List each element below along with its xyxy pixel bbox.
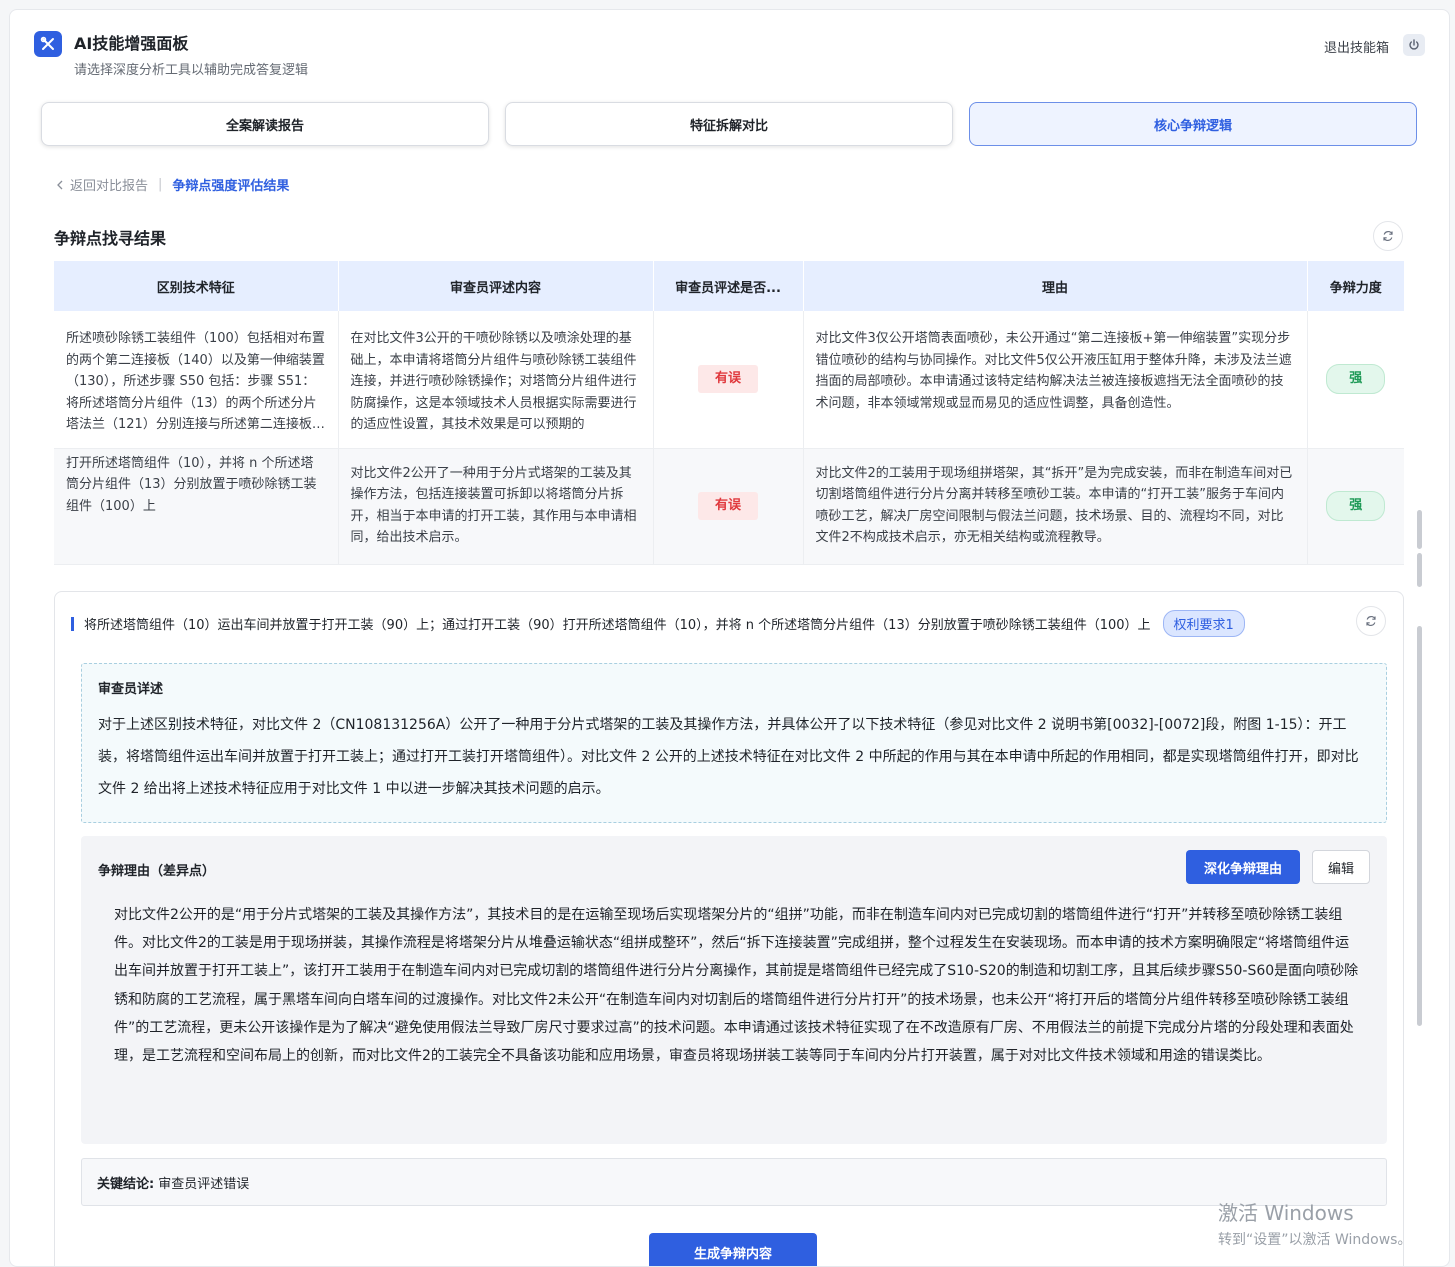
app-subtitle: 请选择深度分析工具以辅助完成答复逻辑 (74, 63, 309, 78)
examiner-cell: 在对比文件3公开的干喷砂除锈以及喷涂处理的基础上，本申请将塔筒分片组件与喷砂除锈… (350, 331, 637, 433)
strength-badge: 强 (1326, 491, 1386, 521)
edit-button[interactable]: 编辑 (1312, 850, 1370, 884)
strength-badge: 强 (1326, 364, 1386, 395)
refresh-icon[interactable] (1373, 221, 1403, 251)
windows-activation-watermark: 激活 Windows 转到“设置”以激活 Windows。 (1218, 1197, 1411, 1249)
argument-detail-card: 将所述塔筒组件（10）运出车间并放置于打开工装（90）上；通过打开工装（90）打… (54, 591, 1404, 1266)
argument-reason-box: 争辩理由（差异点） 深化争辩理由 编辑 对比文件2公开的是“用于分片式塔架的工装… (81, 836, 1387, 1144)
examiner-detail-title: 审查员详述 (98, 682, 164, 697)
argument-reason-text[interactable]: 对比文件2公开的是“用于分片式塔架的工装及其操作方法”，其技术目的是在运输至现场… (114, 901, 1359, 1070)
deepen-reason-button[interactable]: 深化争辩理由 (1186, 850, 1300, 884)
table-scrollbar[interactable] (1417, 510, 1422, 549)
back-label[interactable]: 返回对比报告 (70, 175, 148, 194)
reason-cell: 对比文件2的工装用于现场组拼塔架，其“拆开”是为完成安装，而非在制造车间对已切割… (815, 465, 1293, 546)
col-header-reason: 理由 (803, 261, 1308, 311)
section-title: 争辩点找寻结果 (54, 229, 167, 248)
chevron-left-icon (57, 180, 63, 189)
col-header-examiner: 审查员评述内容 (338, 261, 654, 311)
feature-cell: 打开所述塔筒组件（10），并将 n 个所述塔筒分片组件（13）分别放置于喷砂除锈… (66, 455, 317, 514)
watermark-line1: 激活 Windows (1218, 1201, 1354, 1225)
col-header-feature: 区别技术特征 (54, 261, 339, 311)
status-badge: 有误 (697, 365, 758, 394)
tab-core-argument[interactable]: 核心争辩逻辑 (969, 102, 1417, 146)
breadcrumb: 返回对比报告 | 争辩点强度评估结果 (56, 175, 289, 194)
back-link[interactable]: 返回对比报告 (56, 175, 148, 194)
exit-skillbox-link[interactable]: 退出技能箱 (1324, 37, 1389, 56)
claim-feature-line: 将所述塔筒组件（10）运出车间并放置于打开工装（90）上；通过打开工装（90）打… (71, 610, 1245, 637)
reason-cell: 对比文件3仅公开塔筒表面喷砂，未公开通过“第二连接板+第一伸缩装置”实现分步错位… (815, 331, 1292, 411)
detail-scrollbar[interactable] (1417, 626, 1422, 1026)
claim-text: 将所述塔筒组件（10）运出车间并放置于打开工装（90）上；通过打开工装（90）打… (84, 618, 1151, 633)
claim-tag: 权利要求1 (1162, 610, 1245, 637)
examiner-cell: 对比文件2公开了一种用于分片式塔架的工装及其操作方法，包括连接装置可拆卸以将塔筒… (350, 465, 637, 546)
tab-full-report[interactable]: 全案解读报告 (41, 102, 489, 146)
examiner-detail-text: 对于上述区别技术特征，对比文件 2（CN108131256A）公开了一种用于分片… (98, 717, 1359, 797)
argument-table: 区别技术特征 审查员评述内容 审查员评述是否... 理由 争辩力度 所述喷砂除锈… (54, 261, 1404, 565)
app-title: AI技能增强面板 (74, 34, 189, 53)
table-row[interactable]: 打开所述塔筒组件（10），并将 n 个所述塔筒分片组件（13）分别放置于喷砂除锈… (54, 448, 1404, 565)
feature-cell: 所述喷砂除锈工装组件（100）包括相对布置的两个第二连接板（140）以及第一伸缩… (66, 331, 325, 433)
skill-panel: AI技能增强面板 请选择深度分析工具以辅助完成答复逻辑 退出技能箱 全案解读报告… (9, 9, 1450, 1267)
argument-reason-title: 争辩理由（差异点） (98, 864, 216, 879)
tools-icon (34, 31, 62, 57)
watermark-line2: 转到“设置”以激活 Windows。 (1218, 1232, 1412, 1248)
conclusion-value: 审查员评述错误 (158, 1176, 250, 1192)
refresh-icon[interactable] (1356, 606, 1386, 636)
generate-argument-button[interactable]: 生成争辩内容 (649, 1233, 817, 1266)
col-header-strength: 争辩力度 (1307, 261, 1404, 311)
conclusion-label: 关键结论: (97, 1176, 155, 1192)
breadcrumb-current: 争辩点强度评估结果 (172, 179, 290, 194)
status-badge: 有误 (697, 492, 758, 520)
breadcrumb-separator: | (158, 177, 163, 192)
col-header-status: 审查员评述是否... (653, 261, 804, 311)
power-icon[interactable] (1403, 34, 1425, 56)
key-conclusion: 关键结论: 审查员评述错误 (81, 1158, 1387, 1206)
accent-bar (71, 616, 74, 631)
tab-feature-compare[interactable]: 特征拆解对比 (505, 102, 953, 146)
table-row[interactable]: 所述喷砂除锈工装组件（100）包括相对布置的两个第二连接板（140）以及第一伸缩… (54, 311, 1404, 449)
table-scrollbar-lower[interactable] (1417, 553, 1422, 587)
examiner-detail-box: 审查员详述 对于上述区别技术特征，对比文件 2（CN108131256A）公开了… (81, 663, 1387, 823)
